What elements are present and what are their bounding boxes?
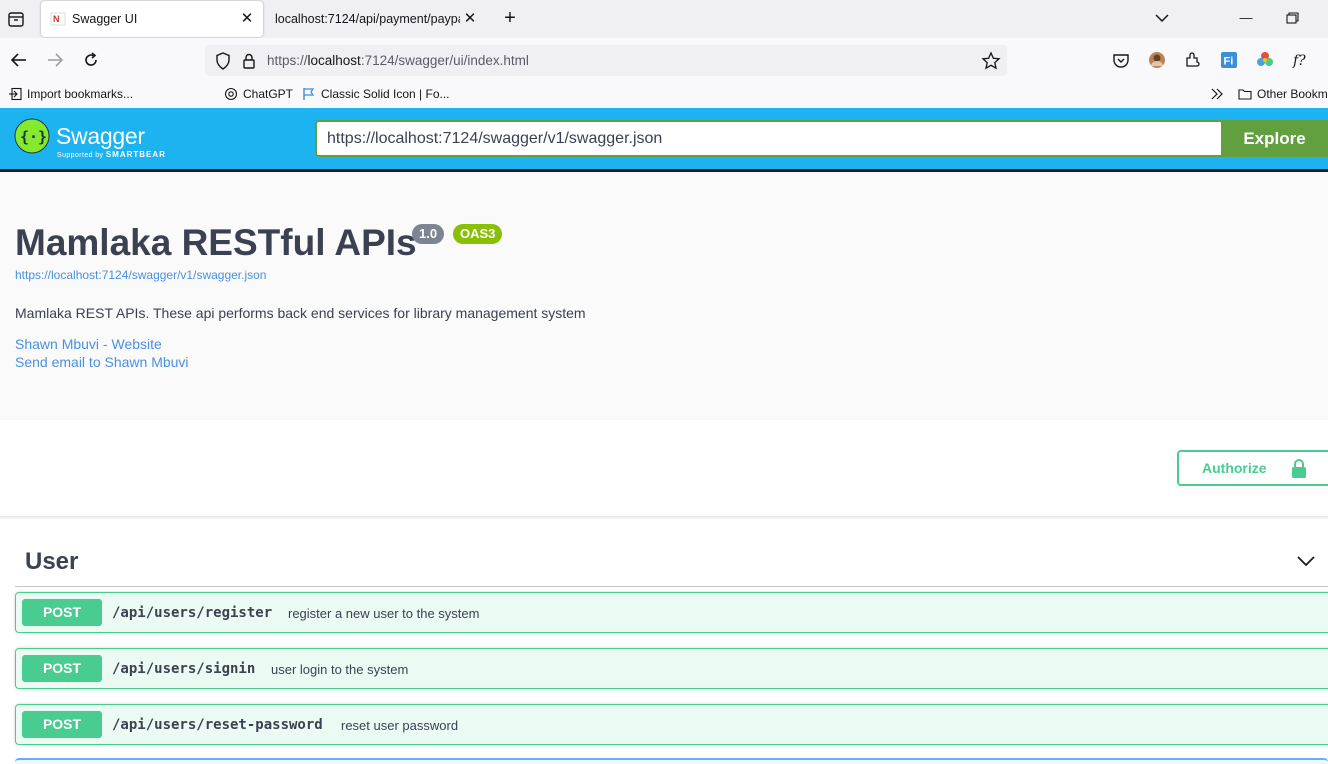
tracking-protection-shield-icon[interactable] <box>213 51 233 71</box>
tab-swagger-ui[interactable]: N Swagger UI ✕ <box>41 1 263 37</box>
forward-arrow-icon[interactable] <box>45 50 65 70</box>
method-badge: POST <box>22 655 102 682</box>
operation-post-register[interactable]: POST /api/users/register register a new … <box>15 592 1328 633</box>
tab-title: Swagger UI <box>72 12 138 26</box>
operation-post-reset-password[interactable]: POST /api/users/reset-password reset use… <box>15 704 1328 745</box>
explore-button[interactable]: Explore <box>1221 120 1328 157</box>
chatgpt-icon <box>224 87 238 101</box>
extensions-icon[interactable] <box>1183 50 1203 70</box>
method-badge: POST <box>22 711 102 738</box>
scheme-container: Authorize <box>0 420 1328 517</box>
method-badge: POST <box>22 599 102 626</box>
logo-supported-by: Supported by <box>57 152 104 159</box>
swagger-logo-text: Swagger <box>56 123 145 149</box>
tab-title: localhost:7124/api/payment/paypal <box>275 12 460 26</box>
bookmark-classic-solid-icon[interactable]: Classic Solid Icon | Fo... <box>302 87 450 101</box>
flag-icon <box>303 88 315 100</box>
svg-text:f?: f? <box>1292 53 1306 69</box>
svg-text:{·}: {·} <box>20 128 47 146</box>
bookmark-label: Other Bookm <box>1257 87 1328 101</box>
folder-icon <box>1238 89 1252 100</box>
chevron-down-icon[interactable] <box>1295 550 1317 572</box>
minimize-icon[interactable]: — <box>1233 6 1259 30</box>
close-tab-icon[interactable]: ✕ <box>237 9 257 29</box>
next-operation-edge <box>15 758 1328 764</box>
swagger-logo-icon[interactable]: {·} <box>14 118 50 154</box>
import-icon <box>9 87 22 101</box>
formula-extension-icon[interactable]: f? <box>1291 50 1311 70</box>
color-picker-icon[interactable] <box>1255 50 1275 70</box>
api-description: Mamlaka REST APIs. These api performs ba… <box>15 305 586 321</box>
operation-summary: reset user password <box>341 718 459 733</box>
api-title: Mamlaka RESTful APIs <box>15 222 417 263</box>
account-avatar-icon[interactable] <box>1147 50 1167 70</box>
swagger-topbar-inner: {·} Swagger Supported by SMARTBEAR Explo… <box>0 108 1328 169</box>
tag-section-user[interactable]: User <box>15 536 1328 587</box>
lock-icon <box>1292 459 1306 478</box>
bookmark-import[interactable]: Import bookmarks... <box>8 87 133 101</box>
url-text[interactable]: https://localhost:7124/swagger/ui/index.… <box>267 53 529 68</box>
back-arrow-icon[interactable] <box>9 50 29 70</box>
tab-list-icon[interactable] <box>6 9 26 29</box>
tag-name: User <box>25 548 79 575</box>
bookmark-label: Import bookmarks... <box>27 87 134 101</box>
url-host: localhost <box>307 53 361 68</box>
site-favicon-icon: N <box>50 12 66 26</box>
chevron-double-right-icon[interactable] <box>1210 87 1224 101</box>
bookmark-chatgpt[interactable]: ChatGPT <box>224 87 293 101</box>
operation-summary: user login to the system <box>271 662 409 677</box>
api-info-section: Mamlaka RESTful APIs 1.0 OAS3 https://lo… <box>0 172 1328 420</box>
contact-website-link[interactable]: Shawn Mbuvi - Website <box>15 336 162 352</box>
url-path: :7124/swagger/ui/index.html <box>360 53 529 68</box>
pocket-icon[interactable] <box>1111 50 1131 70</box>
operation-path: /api/users/signin <box>112 661 256 677</box>
bookmark-other[interactable]: Other Bookm <box>1238 87 1328 101</box>
spec-json-link[interactable]: https://localhost:7124/swagger/v1/swagge… <box>15 268 266 282</box>
restore-icon[interactable] <box>1279 6 1305 30</box>
operation-post-signin[interactable]: POST /api/users/signin user login to the… <box>15 648 1328 689</box>
browser-tab-bar: N Swagger UI ✕ localhost:7124/api/paymen… <box>0 0 1328 38</box>
reload-icon[interactable] <box>81 50 101 70</box>
bookmark-label: Classic Solid Icon | Fo... <box>321 87 450 101</box>
authorize-button[interactable]: Authorize <box>1177 450 1328 486</box>
oas-badge: OAS3 <box>453 224 503 244</box>
svg-text:Fi: Fi <box>1224 56 1234 68</box>
star-bookmark-icon[interactable] <box>981 51 1001 71</box>
spec-url-input[interactable] <box>315 120 1221 157</box>
bookmark-label: ChatGPT <box>243 87 294 101</box>
chevron-down-icon[interactable] <box>1152 8 1172 28</box>
fi-extension-icon[interactable]: Fi <box>1219 50 1239 70</box>
swagger-topbar: {·} Swagger Supported by SMARTBEAR Explo… <box>0 108 1328 172</box>
swagger-logo-subtitle: Supported by SMARTBEAR <box>57 150 166 159</box>
new-tab-icon[interactable]: + <box>500 8 520 29</box>
url-scheme: https:// <box>267 53 308 68</box>
version-badge: 1.0 <box>412 224 445 244</box>
tab-payment[interactable]: localhost:7124/api/payment/paypal ✕ <box>266 1 486 37</box>
operation-path: /api/users/register <box>112 605 273 621</box>
authorize-label: Authorize <box>1202 460 1267 476</box>
operation-summary: register a new user to the system <box>288 606 480 621</box>
svg-text:N: N <box>53 14 60 24</box>
address-bar[interactable]: https://localhost:7124/swagger/ui/index.… <box>205 45 1007 76</box>
bookmarks-bar: Import bookmarks... ChatGPT Classic Soli… <box>0 82 1328 108</box>
contact-email-link[interactable]: Send email to Shawn Mbuvi <box>15 354 189 370</box>
logo-company: SMARTBEAR <box>105 150 166 159</box>
close-tab-icon[interactable]: ✕ <box>460 9 480 29</box>
lock-icon[interactable] <box>239 51 259 71</box>
operation-path: /api/users/reset-password <box>112 717 323 733</box>
